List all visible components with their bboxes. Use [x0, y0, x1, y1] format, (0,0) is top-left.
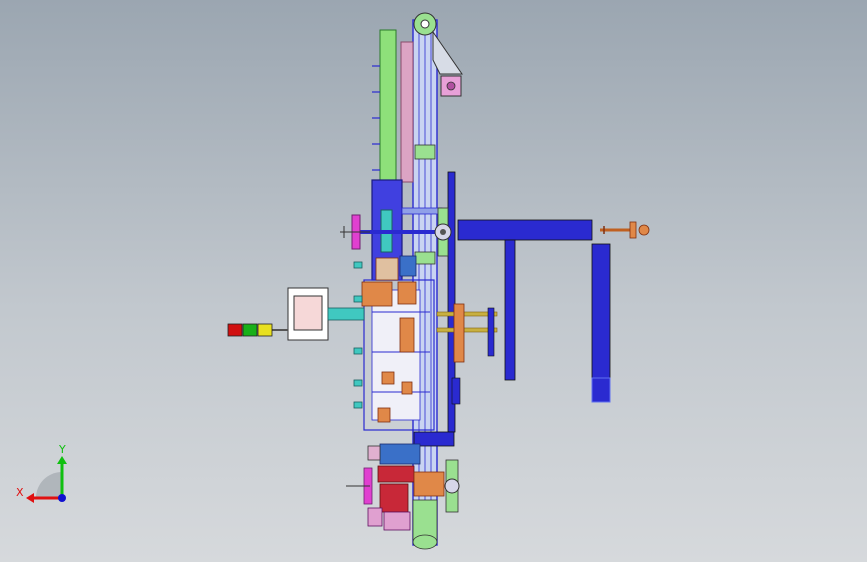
triad-z-origin — [58, 494, 66, 502]
hmi-display-box — [287, 287, 365, 341]
left-magenta-handle — [340, 214, 370, 250]
stack-light-segment-1 — [227, 323, 243, 337]
stack-light-segment-2 — [242, 323, 258, 337]
stack-light — [227, 323, 288, 337]
lower-cross-bar — [367, 431, 455, 465]
triad-x-label: X — [16, 486, 24, 499]
orange-t-handle — [600, 221, 650, 239]
main-conveyor-column — [412, 12, 438, 546]
triad-y-arrowhead — [57, 456, 67, 464]
cad-viewport[interactable]: X Y — [0, 0, 867, 562]
right-slider-assembly — [436, 303, 498, 405]
triad-y-label: Y — [58, 443, 66, 456]
coordinate-triad: X Y — [16, 443, 67, 503]
stack-light-segment-3 — [257, 323, 273, 337]
bottom-assembly — [346, 459, 460, 550]
horizontal-blue-beam — [457, 219, 593, 381]
far-right-column — [591, 243, 611, 403]
green-vertical-guide — [379, 29, 397, 181]
middle-left-handles — [353, 261, 363, 409]
triad-x-arrowhead — [26, 493, 34, 503]
pink-vertical-guide — [400, 41, 414, 183]
left-clip-set — [372, 65, 380, 171]
